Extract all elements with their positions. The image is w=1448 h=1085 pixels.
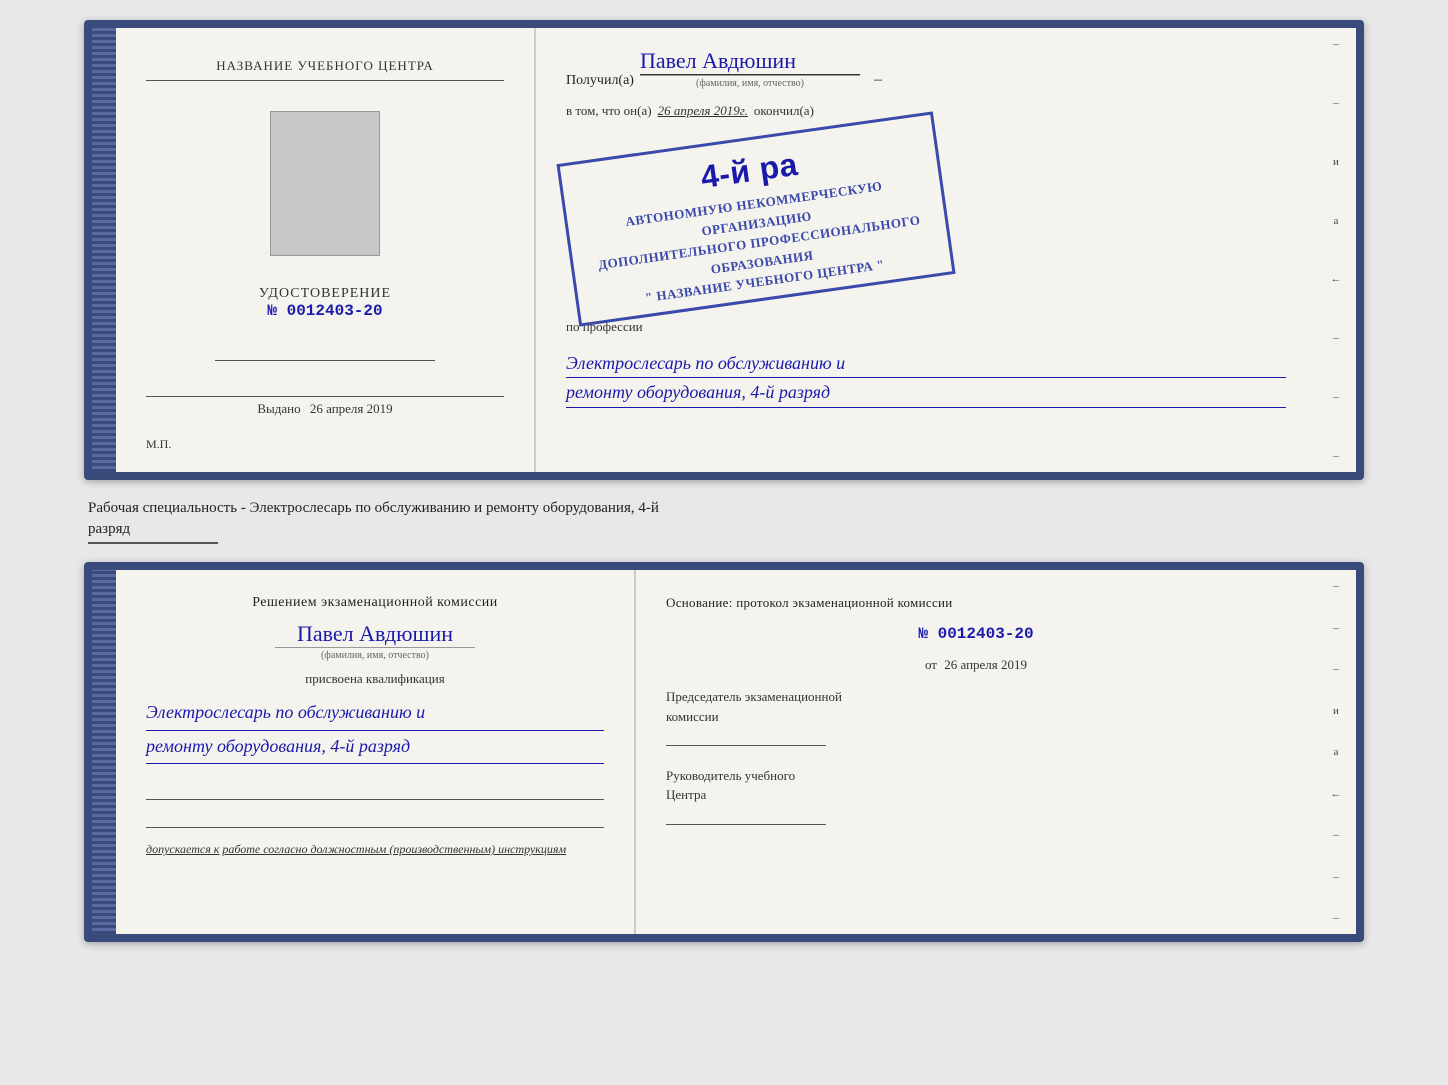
predsedatel-signature [666, 726, 826, 746]
bottom-spine [92, 570, 116, 934]
ot-prefix: от [925, 657, 937, 672]
bottom-left-panel: Решением экзаменационной комиссии Павел … [116, 570, 636, 934]
stamp-block: 4-й ра АВТОНОМНУЮ НЕКОММЕРЧЕСКУЮ ОРГАНИЗ… [556, 111, 955, 326]
middle-line2: разряд [88, 519, 218, 544]
vydano-label: Выдано [257, 401, 300, 416]
bottom-qual-block: Электрослесарь по обслуживанию и ремонту… [146, 697, 604, 764]
protocol-number: № 0012403-20 [666, 625, 1286, 643]
middle-text-block: Рабочая специальность - Электрослесарь п… [84, 498, 1364, 544]
top-left-title: НАЗВАНИЕ УЧЕБНОГО ЦЕНТРА [146, 58, 504, 81]
poluchil-text: Получил(а) [566, 73, 634, 89]
blank-line-1 [146, 780, 604, 800]
rukovoditel-line2: Центра [666, 785, 1286, 805]
vydano-line: Выдано 26 апреля 2019 [146, 396, 504, 417]
mp-label: М.П. [146, 437, 171, 452]
top-spine [92, 28, 116, 472]
photo-placeholder [270, 111, 380, 256]
udostoverenie-block: УДОСТОВЕРЕНИЕ № 0012403-20 [259, 286, 391, 320]
okonchil-text: окончил(а) [754, 103, 814, 119]
qual-line1: Электрослесарь по обслуживанию и [146, 697, 604, 731]
qual-line2: ремонту оборудования, 4-й разряд [146, 731, 604, 765]
vtom-text: в том, что он(а) [566, 103, 652, 119]
prisvoyena-text: присвоена квалификация [146, 671, 604, 687]
middle-line1: Рабочая специальность - Электрослесарь п… [88, 498, 1360, 519]
top-document: НАЗВАНИЕ УЧЕБНОГО ЦЕНТРА УДОСТОВЕРЕНИЕ №… [84, 20, 1364, 480]
udostoverenie-number: № 0012403-20 [259, 302, 391, 320]
top-right-panel: Получил(а) Павел Авдюшин (фамилия, имя, … [536, 28, 1316, 472]
rukovoditel-block: Руководитель учебного Центра [666, 766, 1286, 831]
top-right-edge: – – и а ← – – – [1316, 28, 1356, 472]
recipient-name: Павел Авдюшин [640, 48, 860, 75]
bottom-right-panel: Основание: протокол экзаменационной коми… [636, 570, 1316, 934]
profession-line2: ремонту оборудования, 4-й разряд [566, 378, 1286, 408]
blank-line-2 [146, 808, 604, 828]
blank-lines-block [146, 780, 604, 828]
osnovanie-text: Основание: протокол экзаменационной коми… [666, 595, 1286, 611]
udostoverenie-label: УДОСТОВЕРЕНИЕ [259, 286, 391, 302]
ot-date: 26 апреля 2019 [944, 657, 1027, 672]
rukovoditel-signature [666, 805, 826, 825]
bottom-right-edge: – – – и а ← – – – [1316, 570, 1356, 934]
vydano-date: 26 апреля 2019 [310, 401, 393, 416]
poluchil-line: Получил(а) Павел Авдюшин (фамилия, имя, … [566, 48, 1286, 89]
dopuskaetsya-text: работе согласно должностным (производств… [222, 842, 566, 856]
bottom-name-block: Павел Авдюшин (фамилия, имя, отчество) [146, 621, 604, 661]
dopuskaetsya-prefix: допускается к [146, 842, 219, 856]
bottom-document: Решением экзаменационной комиссии Павел … [84, 562, 1364, 942]
top-left-panel: НАЗВАНИЕ УЧЕБНОГО ЦЕНТРА УДОСТОВЕРЕНИЕ №… [116, 28, 536, 472]
ot-date-line: от 26 апреля 2019 [666, 657, 1286, 673]
bottom-fio-sub: (фамилия, имя, отчество) [275, 647, 475, 661]
fio-sub-top: (фамилия, имя, отчество) [640, 75, 860, 89]
dopuskaetsya-block: допускается к работе согласно должностны… [146, 842, 604, 857]
predsedatel-line1: Председатель экзаменационной [666, 687, 1286, 707]
predsedatel-line2: комиссии [666, 707, 1286, 727]
resheniyem-title: Решением экзаменационной комиссии [146, 595, 604, 611]
rukovoditel-line1: Руководитель учебного [666, 766, 1286, 786]
vtom-date: 26 апреля 2019г. [658, 103, 748, 119]
dash: – [874, 71, 882, 89]
predsedatel-block: Председатель экзаменационной комиссии [666, 687, 1286, 752]
profession-line1: Электрослесарь по обслуживанию и [566, 349, 1286, 379]
profession-block: Электрослесарь по обслуживанию и ремонту… [566, 349, 1286, 409]
po-professii-label: по профессии [566, 319, 1286, 335]
bottom-name: Павел Авдюшин [146, 621, 604, 647]
